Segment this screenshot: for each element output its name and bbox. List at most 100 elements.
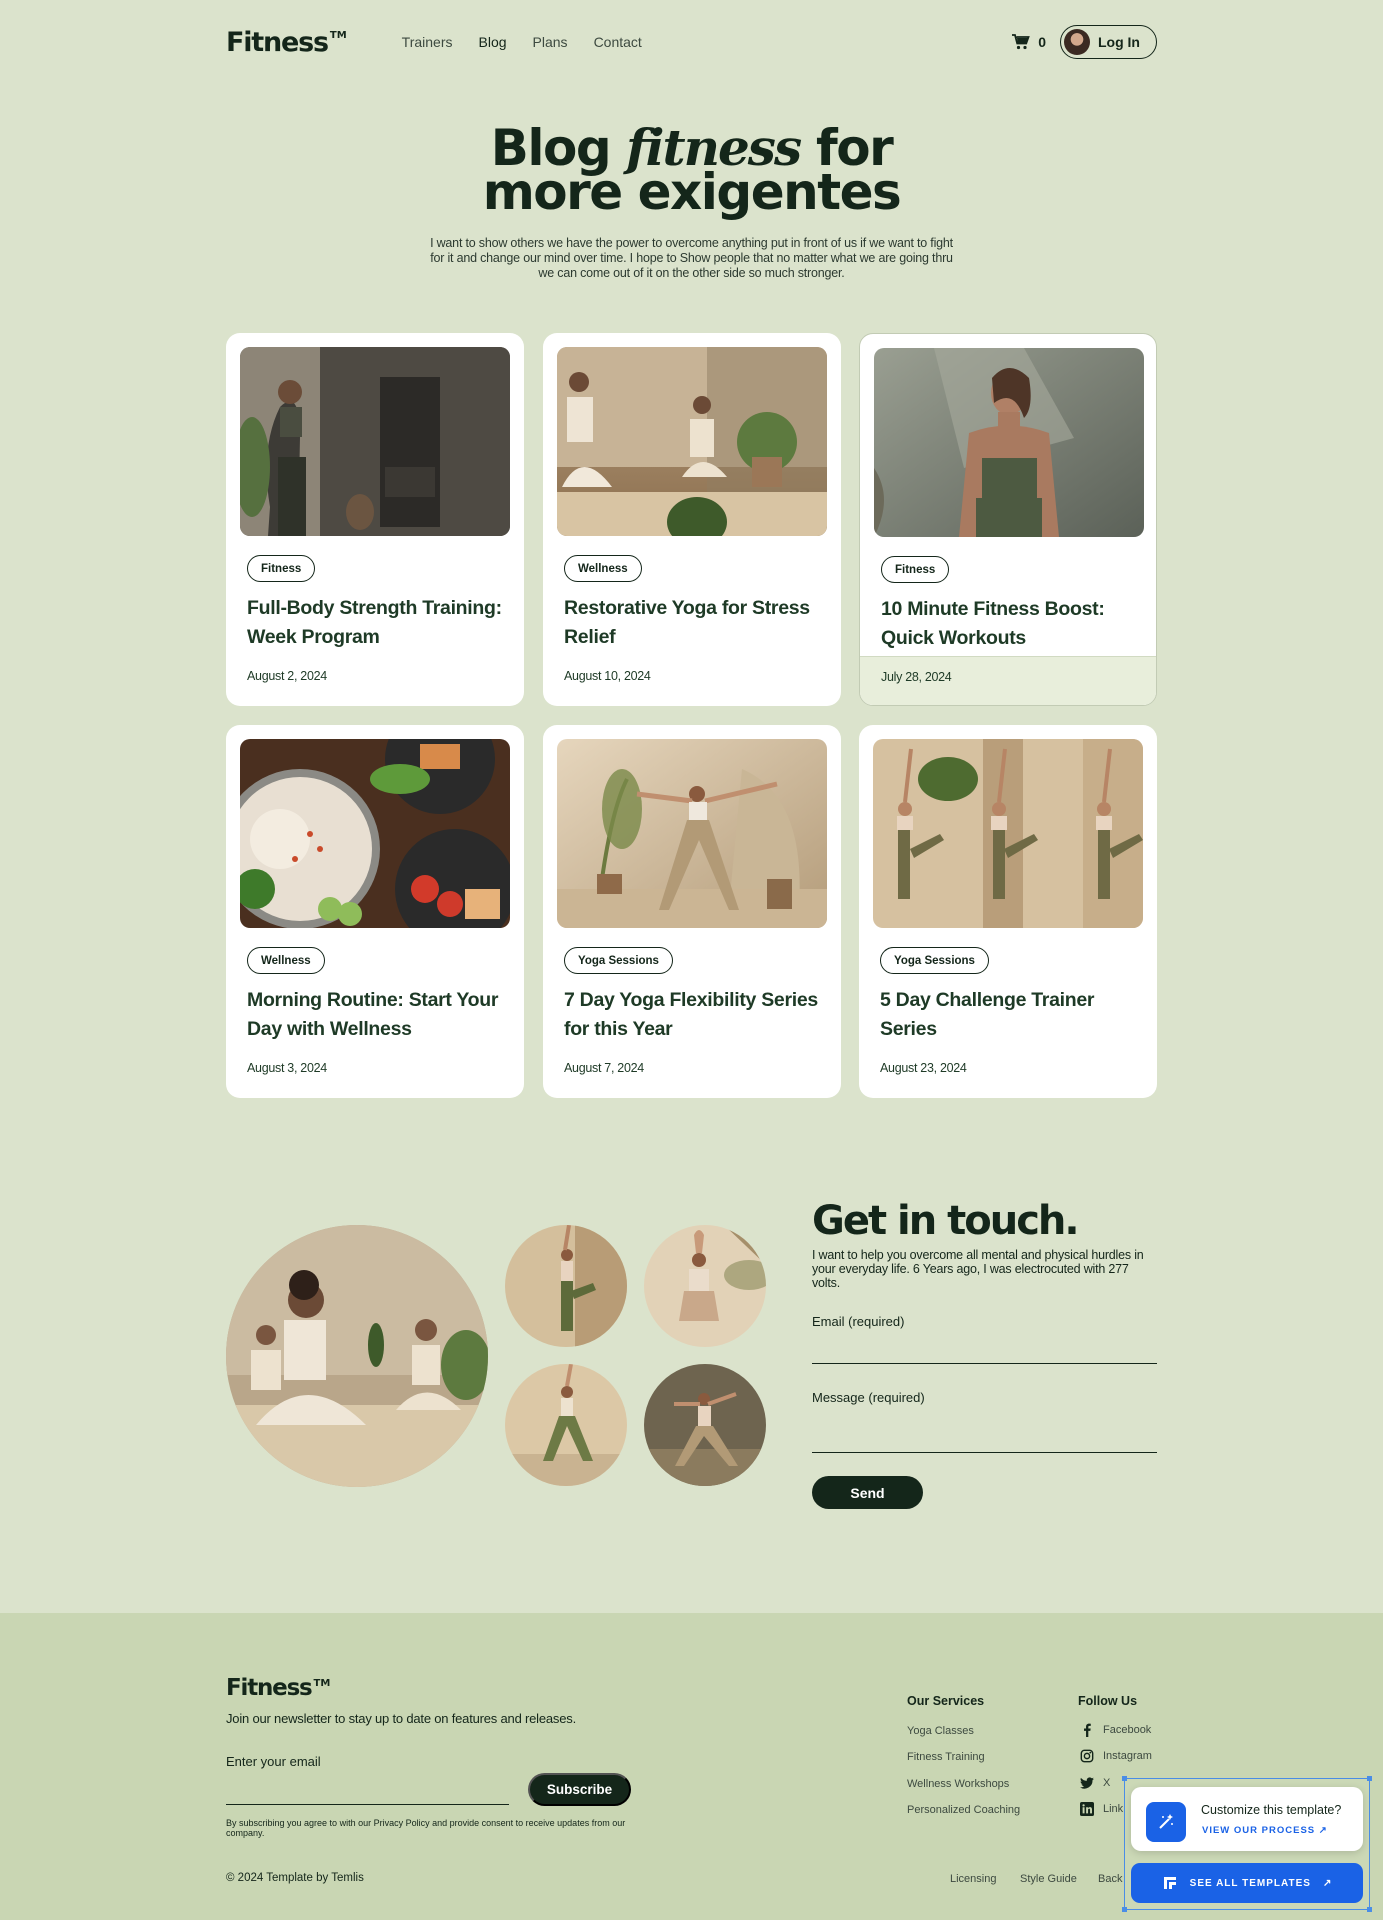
title-line-2: more exigentes — [482, 163, 902, 221]
card-date: July 28, 2024 — [881, 670, 952, 684]
footer-link-licensing[interactable]: Licensing — [950, 1873, 996, 1885]
login-button[interactable]: Log In — [1060, 25, 1157, 59]
email-field[interactable] — [812, 1363, 1157, 1364]
cart-icon — [1012, 34, 1030, 50]
cart-button[interactable]: 0 — [1012, 34, 1046, 50]
login-label: Log In — [1098, 34, 1140, 50]
magic-wand-icon — [1146, 1802, 1186, 1842]
social-label: Facebook — [1103, 1724, 1152, 1736]
footer-link-wellness-workshops[interactable]: Wellness Workshops — [907, 1778, 1009, 1790]
instagram-icon — [1080, 1749, 1094, 1763]
category-tag[interactable]: Wellness — [247, 947, 325, 974]
category-tag[interactable]: Fitness — [881, 556, 950, 583]
nav-item-trainers[interactable]: Trainers — [402, 34, 453, 50]
newsletter-email-underline — [226, 1804, 509, 1805]
footer-logo[interactable]: Fitness TM — [226, 1675, 330, 1701]
contact-image-large — [226, 1225, 488, 1487]
social-linkedin[interactable]: Link — [1080, 1802, 1123, 1816]
message-field[interactable] — [812, 1452, 1157, 1453]
template-logo-icon — [1163, 1877, 1176, 1889]
nav-item-contact[interactable]: Contact — [594, 34, 642, 50]
social-instagram[interactable]: Instagram — [1080, 1749, 1152, 1763]
services-title: Our Services — [907, 1694, 985, 1708]
twitter-icon — [1080, 1777, 1094, 1789]
blog-card[interactable]: Yoga Sessions 7 Day Yoga Flexibility Ser… — [543, 725, 841, 1098]
contact-image-small — [644, 1225, 766, 1347]
footer-link-style-guide[interactable]: Style Guide — [1020, 1873, 1077, 1885]
footer-link-back[interactable]: Back — [1098, 1873, 1122, 1885]
newsletter-text: Join our newsletter to stay up to date o… — [226, 1711, 576, 1726]
page-subtitle: I want to show others we have the power … — [430, 236, 953, 280]
social-label: Link — [1103, 1803, 1124, 1815]
footer-link-yoga-classes[interactable]: Yoga Classes — [907, 1725, 974, 1737]
brand-logo[interactable]: Fitness TM — [226, 27, 347, 58]
nav-item-plans[interactable]: Plans — [533, 34, 568, 50]
view-process-link[interactable]: VIEW OUR PROCESS ↗ — [1202, 1825, 1328, 1836]
selection-handle — [1367, 1907, 1372, 1912]
see-all-templates-label: SEE ALL TEMPLATES — [1189, 1877, 1311, 1889]
blog-card[interactable]: Fitness Full-Body Strength Training: Wee… — [226, 333, 524, 706]
card-date: August 10, 2024 — [564, 669, 651, 683]
social-facebook[interactable]: Facebook — [1080, 1723, 1151, 1737]
site-header: Fitness TM Trainers Blog Plans Contact 0 … — [226, 24, 1157, 60]
footer-brand-name: Fitness — [226, 1675, 313, 1701]
footer-link-fitness-training[interactable]: Fitness Training — [907, 1751, 985, 1763]
category-tag[interactable]: Yoga Sessions — [564, 947, 673, 974]
card-date: August 7, 2024 — [564, 1061, 644, 1075]
card-title[interactable]: 7 Day Yoga Flexibility Series for this Y… — [564, 986, 824, 1044]
card-date: August 23, 2024 — [880, 1061, 967, 1075]
card-title[interactable]: 5 Day Challenge Trainer Series — [880, 986, 1140, 1044]
customize-popup[interactable]: Customize this template? VIEW OUR PROCES… — [1131, 1787, 1363, 1851]
contact-image-small — [644, 1364, 766, 1486]
message-field-label: Message (required) — [812, 1390, 925, 1405]
card-image — [240, 347, 510, 536]
card-title[interactable]: Restorative Yoga for Stress Relief — [564, 594, 824, 652]
blog-card[interactable]: Fitness 10 Minute Fitness Boost: Quick W… — [859, 333, 1157, 706]
contact-subtitle: I want to help you overcome all mental a… — [812, 1248, 1144, 1290]
see-all-templates-button[interactable]: SEE ALL TEMPLATES ↗ — [1131, 1863, 1363, 1903]
category-tag[interactable]: Yoga Sessions — [880, 947, 989, 974]
card-title[interactable]: Morning Routine: Start Your Day with Wel… — [247, 986, 507, 1044]
nav-item-blog[interactable]: Blog — [479, 34, 507, 50]
arrow-up-right-icon: ↗ — [1318, 1825, 1328, 1836]
template-widget: Customize this template? VIEW OUR PROCES… — [1122, 1776, 1372, 1912]
social-x[interactable]: X — [1080, 1776, 1110, 1790]
selection-handle — [1367, 1776, 1372, 1781]
page-title: Blog fitness for more exigentes — [0, 123, 1383, 218]
contact-image-small — [505, 1225, 627, 1347]
category-tag[interactable]: Wellness — [564, 555, 642, 582]
category-tag[interactable]: Fitness — [247, 555, 316, 582]
blog-card[interactable]: Wellness Restorative Yoga for Stress Rel… — [543, 333, 841, 706]
send-button[interactable]: Send — [812, 1476, 923, 1509]
card-title[interactable]: Full-Body Strength Training: Week Progra… — [247, 594, 507, 652]
cart-count: 0 — [1038, 34, 1046, 50]
brand-tm: TM — [329, 29, 347, 41]
card-title[interactable]: 10 Minute Fitness Boost: Quick Workouts — [881, 595, 1141, 653]
arrow-up-right-icon: ↗ — [1322, 1877, 1333, 1889]
card-date: August 3, 2024 — [247, 1061, 327, 1075]
contact-title: Get in touch. — [812, 1198, 1080, 1244]
selection-handle — [1122, 1907, 1127, 1912]
footer-brand-tm: TM — [313, 1678, 331, 1689]
linkedin-icon — [1080, 1802, 1094, 1816]
customize-title: Customize this template? — [1201, 1803, 1342, 1817]
footer-link-coaching[interactable]: Personalized Coaching — [907, 1804, 1020, 1816]
social-label: X — [1103, 1777, 1111, 1789]
card-image — [557, 739, 827, 928]
brand-name: Fitness — [226, 26, 329, 58]
selection-handle — [1122, 1776, 1127, 1781]
card-image — [873, 739, 1143, 928]
blog-card[interactable]: Wellness Morning Routine: Start Your Day… — [226, 725, 524, 1098]
card-image — [240, 739, 510, 928]
header-actions: 0 Log In — [1012, 25, 1157, 59]
newsletter-email-input[interactable]: Enter your email — [226, 1754, 321, 1769]
card-image — [874, 348, 1144, 537]
follow-title: Follow Us — [1078, 1694, 1138, 1708]
contact-image-small — [505, 1364, 627, 1486]
social-label: Instagram — [1103, 1750, 1152, 1762]
newsletter-legal: By subscribing you agree to with our Pri… — [226, 1818, 626, 1838]
subscribe-button[interactable]: Subscribe — [528, 1773, 631, 1806]
avatar — [1064, 29, 1090, 55]
blog-card[interactable]: Yoga Sessions 5 Day Challenge Trainer Se… — [859, 725, 1157, 1098]
card-image — [557, 347, 827, 536]
